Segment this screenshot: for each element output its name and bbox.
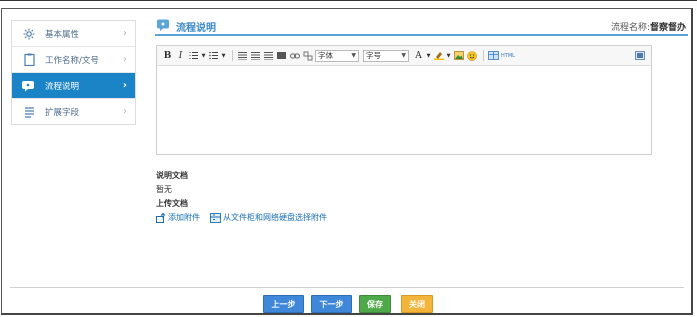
desc-doc-value: 暂无 — [156, 185, 172, 194]
highlight-color-button[interactable] — [433, 49, 444, 62]
sidebar: 基本属性 › 工作名称/文号 › 流程说明 › 扩展字段 › — [11, 20, 136, 125]
cabinet-icon — [210, 212, 221, 223]
add-attachment-label: 添加附件 — [168, 213, 200, 222]
ordered-list-button[interactable] — [188, 49, 199, 62]
sidebar-item-basic-properties[interactable]: 基本属性 › — [12, 21, 135, 47]
save-button[interactable]: 保存 — [359, 295, 391, 313]
sidebar-item-process-description[interactable]: 流程说明 › — [12, 73, 135, 99]
font-family-value: 字体 — [318, 51, 333, 60]
desc-doc-label: 说明文档 — [156, 171, 188, 180]
unordered-list-button[interactable] — [208, 49, 219, 62]
clipboard-icon — [22, 53, 36, 67]
chevron-right-icon: › — [122, 80, 127, 91]
font-family-select[interactable]: 字体 ▼ — [315, 49, 359, 62]
html-source-button[interactable]: HTML — [501, 49, 515, 62]
close-button[interactable]: 关闭 — [401, 295, 433, 313]
editor-toolbar: B I ▼ ▼ 字体 ▼ 字号 ▼ A ▼ ▼ HTML — [157, 46, 651, 66]
dropdown-arrow-icon[interactable]: ▼ — [426, 49, 431, 62]
dropdown-arrow-icon[interactable]: ▼ — [221, 49, 226, 62]
select-from-cabinet-label: 从文件柜和网络硬盘选择附件 — [223, 213, 327, 222]
gear-icon — [22, 27, 36, 41]
editor-content-area[interactable] — [157, 66, 651, 154]
justify-button[interactable] — [276, 49, 287, 62]
align-right-button[interactable] — [263, 49, 274, 62]
select-from-cabinet-link[interactable]: 从文件柜和网络硬盘选择附件 — [210, 212, 327, 223]
list-icon — [22, 105, 36, 119]
italic-button[interactable]: I — [175, 49, 186, 62]
align-center-button[interactable] — [250, 49, 261, 62]
font-size-value: 字号 — [366, 51, 381, 60]
info-bubble-icon — [22, 79, 36, 93]
dropdown-arrow-icon[interactable]: ▼ — [446, 49, 451, 62]
document-info: 说明文档 暂无 上传文档 — [156, 169, 188, 211]
upload-icon — [156, 212, 166, 223]
process-name-label: 流程名称: — [610, 23, 650, 33]
sidebar-item-label: 流程说明 — [45, 81, 80, 92]
attachment-links: 添加附件 从文件柜和网络硬盘选择附件 — [156, 212, 337, 223]
chevron-right-icon: › — [123, 106, 127, 117]
upload-doc-label: 上传文档 — [156, 199, 188, 208]
footer-divider — [10, 287, 684, 288]
font-color-button[interactable]: A — [413, 49, 424, 62]
align-left-button[interactable] — [237, 49, 248, 62]
unlink-icon[interactable] — [302, 49, 313, 62]
link-icon[interactable] — [289, 49, 300, 62]
image-icon[interactable] — [453, 49, 464, 62]
dropdown-arrow-icon[interactable]: ▼ — [201, 49, 206, 62]
sidebar-item-label: 基本属性 — [45, 29, 80, 40]
previous-step-button[interactable]: 上一步 — [263, 295, 304, 313]
rich-text-editor: B I ▼ ▼ 字体 ▼ 字号 ▼ A ▼ ▼ HTML — [156, 45, 652, 155]
sidebar-item-extended-fields[interactable]: 扩展字段 › — [12, 99, 135, 125]
sidebar-item-work-name[interactable]: 工作名称/文号 › — [12, 47, 135, 73]
section-header: 流程说明 流程名称:督察督办 — [155, 18, 688, 36]
sidebar-item-label: 工作名称/文号 — [45, 55, 99, 66]
chevron-right-icon: › — [123, 28, 127, 39]
add-attachment-link[interactable]: 添加附件 — [156, 212, 200, 223]
process-name-value: 督察督办 — [649, 23, 686, 33]
process-name: 流程名称:督察督办 — [611, 20, 686, 33]
sidebar-item-label: 扩展字段 — [45, 108, 80, 118]
page-title: 流程说明 — [176, 23, 216, 34]
toolbar-separator — [483, 50, 484, 61]
top-border — [0, 0, 697, 1]
fullscreen-icon[interactable] — [634, 49, 645, 62]
bold-button[interactable]: B — [162, 49, 173, 62]
next-step-button[interactable]: 下一步 — [311, 295, 352, 313]
font-size-select[interactable]: 字号 ▼ — [363, 49, 409, 62]
table-icon[interactable] — [488, 49, 499, 62]
info-bubble-icon — [157, 18, 171, 32]
toolbar-separator — [232, 50, 233, 61]
chevron-right-icon: › — [123, 54, 127, 65]
emoticon-icon[interactable] — [466, 49, 477, 62]
